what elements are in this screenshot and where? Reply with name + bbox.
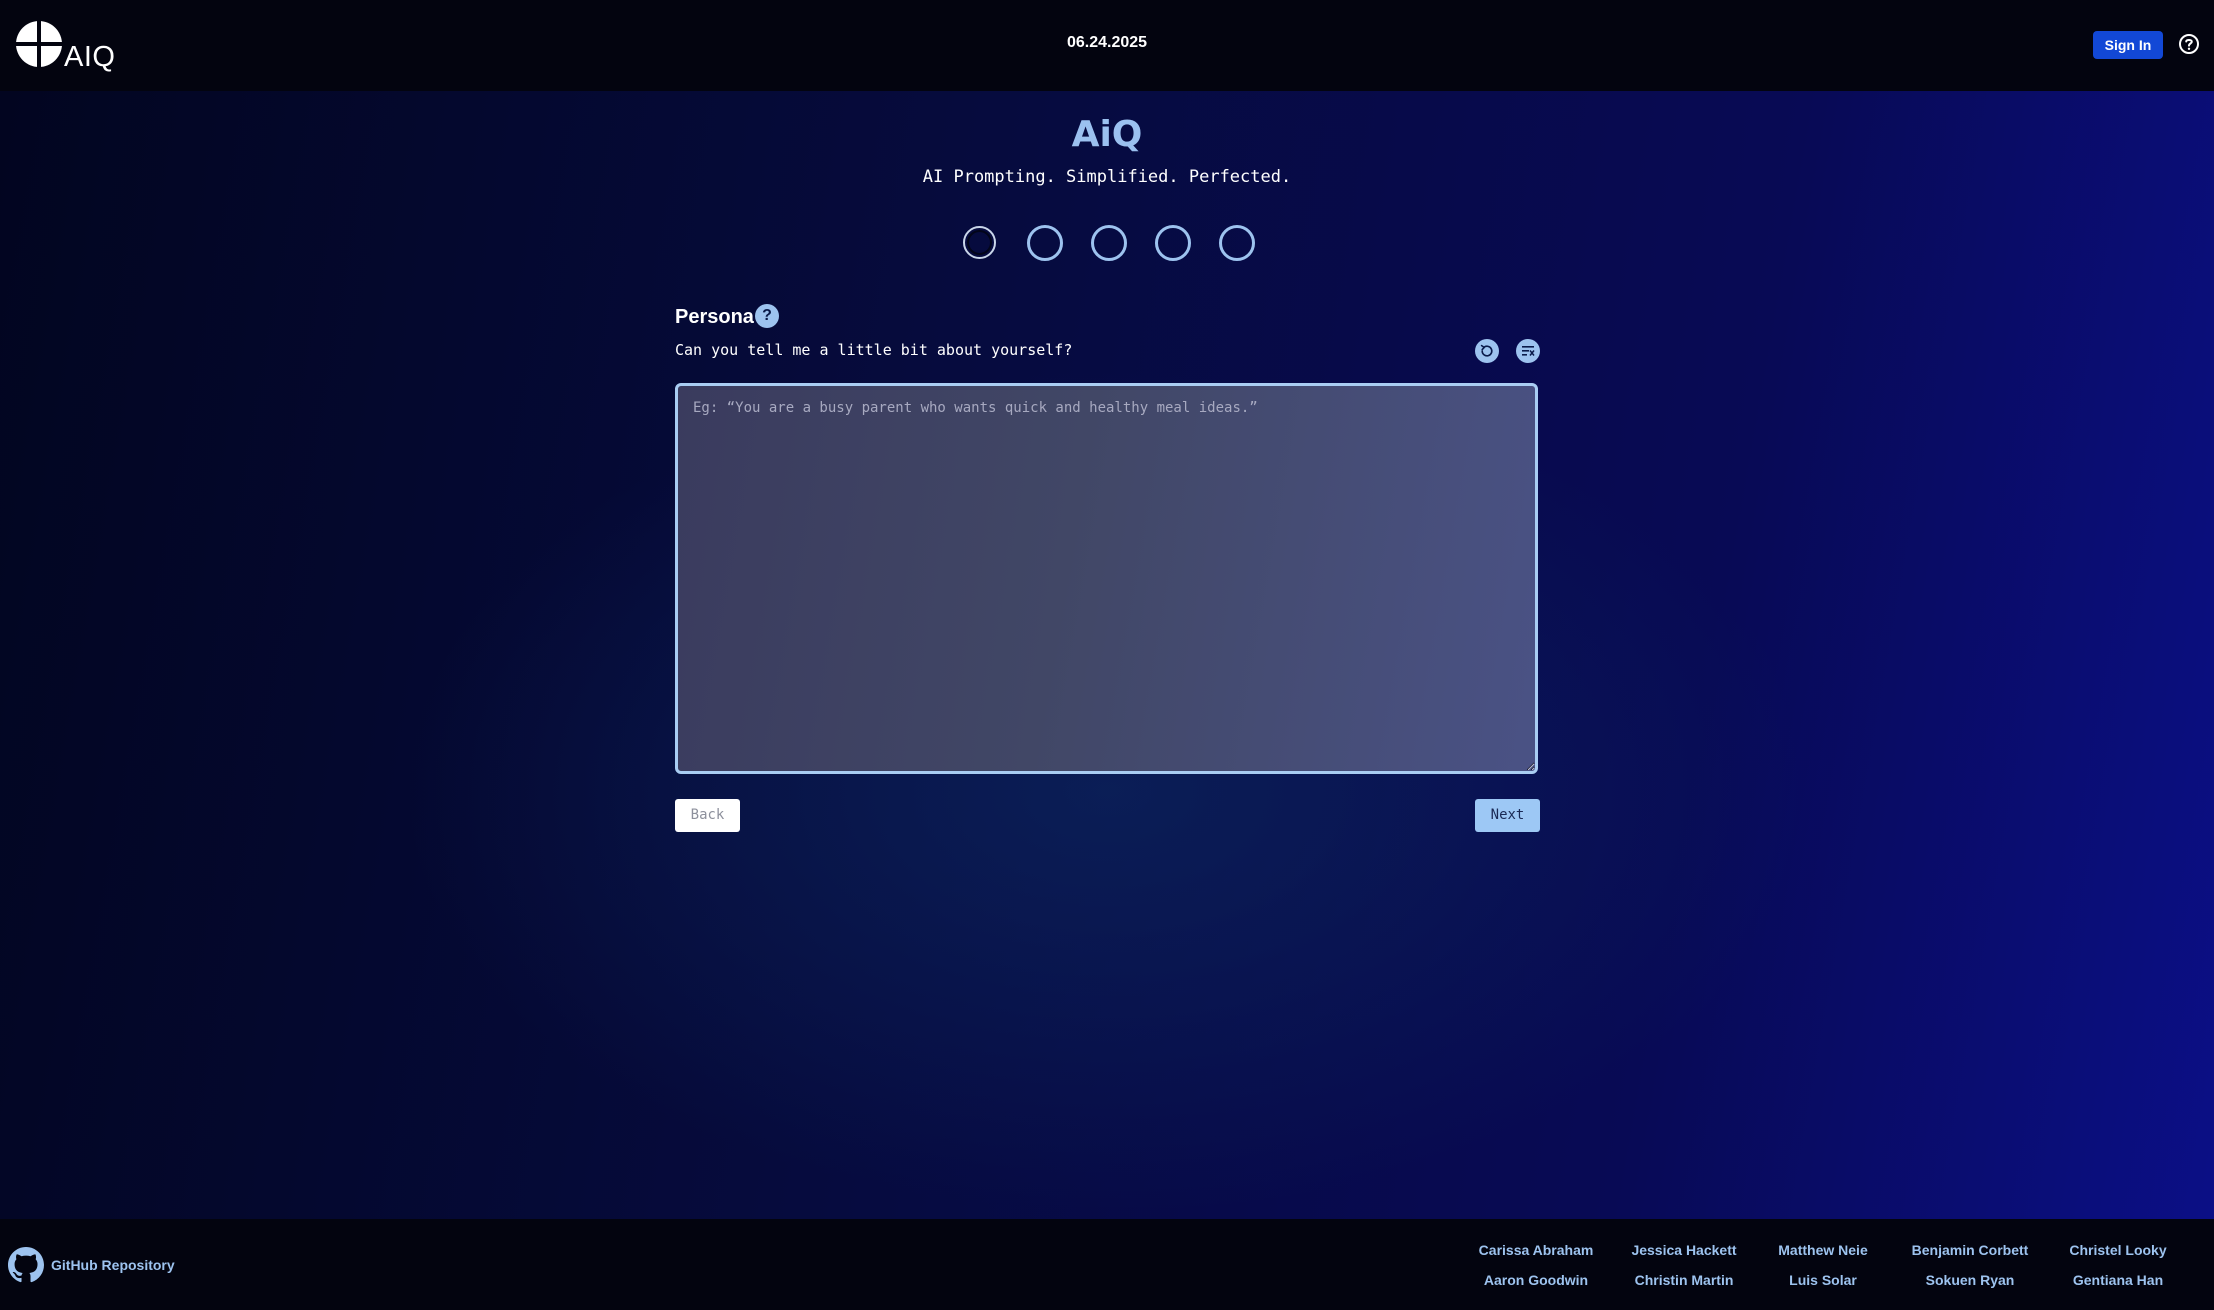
step-2-indicator[interactable] — [1027, 225, 1063, 261]
current-date: 06.24.2025 — [1066, 34, 1148, 51]
github-repository-link[interactable]: GitHub Repository — [51, 1257, 175, 1273]
refresh-icon — [1480, 344, 1493, 357]
page-subtitle: AI Prompting. Simplified. Perfected. — [922, 167, 1292, 187]
step-1-indicator[interactable] — [963, 226, 996, 259]
main-content: AiQ AI Prompting. Simplified. Perfected.… — [0, 91, 2214, 1219]
back-button[interactable]: Back — [675, 799, 740, 832]
sign-in-button[interactable]: Sign In — [2093, 31, 2163, 59]
top-header: AIQ 06.24.2025 Sign In — [0, 0, 2214, 91]
help-circle-icon[interactable] — [2178, 33, 2200, 55]
page-title: AiQ — [1071, 114, 1143, 155]
question-text: Can you tell me a little bit about yours… — [675, 341, 1073, 359]
text-format-icon — [1522, 346, 1535, 356]
reset-button[interactable] — [1475, 339, 1499, 363]
persona-help-icon[interactable]: ? — [755, 304, 779, 328]
section-title: Persona — [675, 306, 754, 328]
step-5-indicator[interactable] — [1219, 225, 1255, 261]
step-3-indicator[interactable] — [1091, 225, 1127, 261]
contributor-link[interactable]: Christel Looky — [2028, 1242, 2208, 1258]
github-icon[interactable] — [8, 1247, 44, 1283]
contributor-link[interactable]: Gentiana Han — [2028, 1272, 2208, 1288]
next-button[interactable]: Next — [1475, 799, 1540, 832]
step-4-indicator[interactable] — [1155, 225, 1191, 261]
footer: GitHub Repository Carissa Abraham Jessic… — [0, 1219, 2214, 1310]
clear-format-button[interactable] — [1516, 339, 1540, 363]
persona-input[interactable] — [675, 383, 1538, 774]
